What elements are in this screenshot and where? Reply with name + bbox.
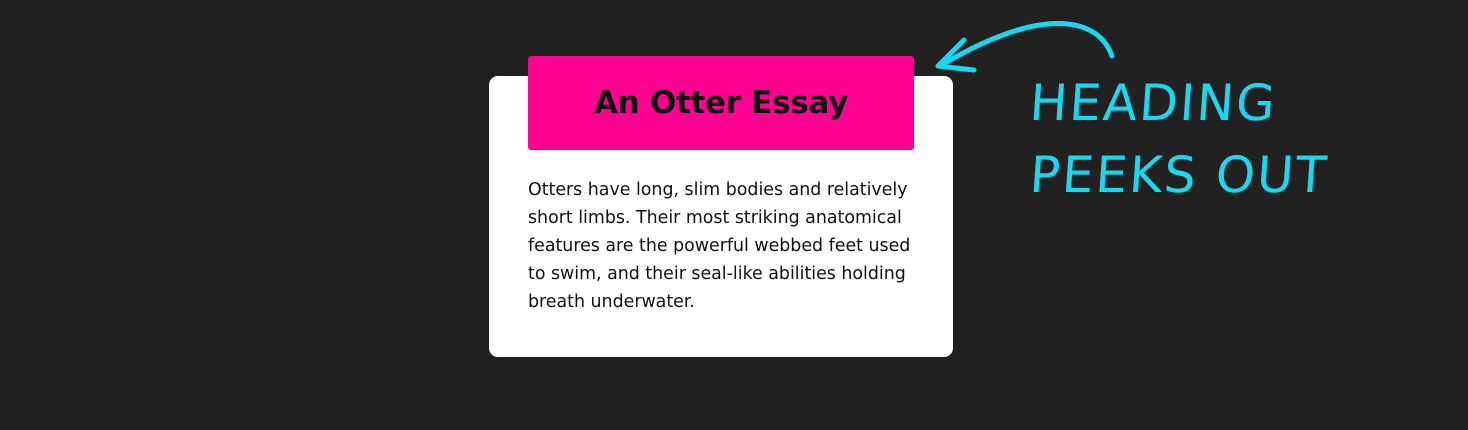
annotation-line-2: PEEKS OUT [1027, 146, 1331, 204]
essay-heading-banner: An Otter Essay [528, 56, 914, 150]
essay-heading: An Otter Essay [593, 85, 848, 121]
essay-body: Otters have long, slim bodies and relati… [528, 180, 911, 312]
annotation-line-1: HEADING [1027, 74, 1279, 132]
